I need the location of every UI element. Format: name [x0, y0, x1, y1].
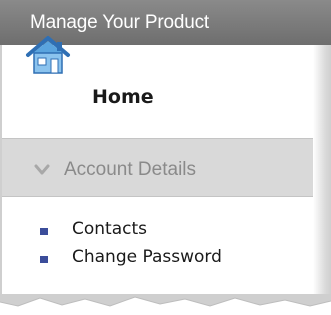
- panel-right-shadow: [313, 45, 331, 315]
- bullet-icon: [40, 228, 48, 235]
- house-icon: [26, 36, 70, 74]
- panel-left-border: [0, 45, 2, 315]
- chevron-down-icon: [34, 164, 50, 175]
- manage-product-panel: Manage Your Product Home Account Details…: [0, 0, 331, 315]
- link-label: Change Password: [72, 247, 222, 267]
- link-label: Contacts: [72, 219, 147, 239]
- account-links-list: Contacts Change Password: [0, 197, 313, 292]
- section-label: Account Details: [64, 159, 197, 180]
- bullet-icon: [40, 256, 48, 263]
- home-label[interactable]: Home: [92, 86, 154, 108]
- torn-edge: [0, 294, 331, 315]
